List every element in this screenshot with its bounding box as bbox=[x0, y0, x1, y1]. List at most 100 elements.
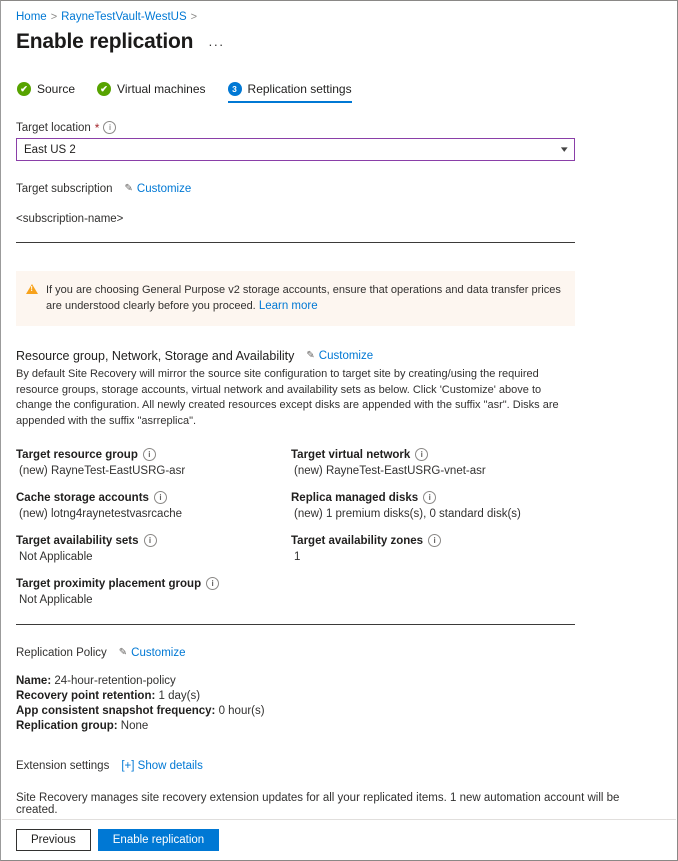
detail-value: Not Applicable bbox=[19, 551, 93, 563]
detail-label-text: Target virtual network bbox=[291, 448, 411, 461]
extension-settings-description: Site Recovery manages site recovery exte… bbox=[16, 792, 620, 816]
check-glyph: ✔ bbox=[20, 83, 28, 94]
wizard-tabs: ✔ Source ✔ Virtual machines 3 Replicatio… bbox=[16, 82, 662, 103]
tab-source-label: Source bbox=[37, 82, 76, 96]
detail-target-proximity-placement-group: Target proximity placement group i Not A… bbox=[16, 577, 291, 606]
policy-label: Name: bbox=[16, 675, 52, 687]
chevron-down-icon: ▾ bbox=[561, 144, 569, 154]
detail-label: Target availability zones i bbox=[291, 534, 571, 547]
detail-value: Not Applicable bbox=[19, 594, 93, 606]
check-circle-icon: ✔ bbox=[17, 82, 31, 96]
breadcrumb-separator-2: > bbox=[190, 11, 198, 23]
breadcrumb-home[interactable]: Home bbox=[16, 10, 47, 24]
breadcrumb-separator-1: > bbox=[50, 11, 58, 23]
warning-icon bbox=[26, 284, 38, 294]
policy-value: None bbox=[120, 720, 149, 732]
warning-text-wrapper: If you are choosing General Purpose v2 s… bbox=[46, 282, 565, 314]
policy-value: 0 hour(s) bbox=[218, 705, 265, 717]
check-circle-icon: ✔ bbox=[97, 82, 112, 96]
detail-cache-storage-accounts: Cache storage accounts i (new) lotng4ray… bbox=[16, 491, 291, 520]
info-icon[interactable]: i bbox=[415, 448, 429, 461]
previous-button[interactable]: Previous bbox=[16, 828, 91, 851]
extension-settings-header: Extension settings [+] Show details bbox=[16, 760, 662, 772]
required-marker: * bbox=[94, 120, 100, 135]
policy-label: App consistent snapshot frequency: bbox=[16, 705, 216, 717]
resource-section-title: Resource group, Network, Storage and Ava… bbox=[16, 349, 295, 363]
show-details-link[interactable]: [+] Show details bbox=[121, 760, 203, 772]
detail-label-text: Target availability zones bbox=[291, 534, 424, 547]
target-subscription-row: Target subscription ✎ Customize bbox=[16, 182, 662, 196]
pencil-icon: ✎ bbox=[118, 646, 128, 658]
info-icon[interactable]: i bbox=[103, 121, 117, 134]
section-divider-1 bbox=[16, 242, 575, 243]
customize-label: Customize bbox=[131, 647, 186, 659]
tab-virtual-machines-label: Virtual machines bbox=[117, 82, 206, 96]
extension-settings-title: Extension settings bbox=[16, 760, 110, 772]
detail-label-text: Target resource group bbox=[16, 448, 138, 461]
detail-label: Target proximity placement group i bbox=[16, 577, 291, 590]
breadcrumb: Home > RayneTestVault-WestUS > bbox=[16, 10, 662, 24]
policy-line-name: Name: 24-hour-retention-policy bbox=[16, 674, 662, 689]
target-location-label-text: Target location bbox=[16, 121, 91, 134]
info-icon[interactable]: i bbox=[142, 448, 156, 461]
section-divider-2 bbox=[16, 624, 575, 625]
detail-value: (new) lotng4raynetestvasrcache bbox=[19, 508, 182, 520]
blade-content: Home > RayneTestVault-WestUS > Enable re… bbox=[1, 1, 677, 820]
replication-policy-title: Replication Policy bbox=[16, 647, 107, 659]
detail-label: Target virtual network i bbox=[291, 448, 571, 461]
info-icon[interactable]: i bbox=[153, 491, 167, 504]
target-subscription-label: Target subscription bbox=[16, 183, 113, 195]
policy-label: Recovery point retention: bbox=[16, 690, 156, 702]
page-title: Enable replication bbox=[16, 30, 194, 53]
customize-label: Customize bbox=[136, 183, 192, 195]
breadcrumb-vault[interactable]: RayneTestVault-WestUS bbox=[61, 10, 186, 24]
detail-value: (new) RayneTest-EastUSRG-asr bbox=[19, 465, 186, 477]
policy-value: 24-hour-retention-policy bbox=[54, 675, 176, 687]
pencil-icon: ✎ bbox=[124, 182, 133, 194]
replication-policy-customize-link[interactable]: ✎ Customize bbox=[118, 646, 186, 660]
detail-label: Replica managed disks i bbox=[291, 491, 571, 504]
resource-details-grid: Target resource group i (new) RayneTest-… bbox=[16, 448, 662, 620]
enable-replication-button[interactable]: Enable replication bbox=[97, 828, 220, 851]
tab-replication-settings-label: Replication settings bbox=[247, 82, 352, 96]
check-glyph: ✔ bbox=[100, 83, 108, 94]
detail-target-availability-zones: Target availability zones i 1 bbox=[291, 534, 571, 563]
tab-replication-settings[interactable]: 3 Replication settings bbox=[227, 82, 352, 103]
tab-virtual-machines[interactable]: ✔ Virtual machines bbox=[97, 82, 206, 103]
target-subscription-customize-link[interactable]: ✎ Customize bbox=[124, 182, 192, 196]
detail-value: 1 bbox=[294, 551, 301, 563]
info-icon[interactable]: i bbox=[428, 534, 442, 547]
pencil-icon: ✎ bbox=[306, 349, 315, 361]
detail-label-text: Cache storage accounts bbox=[16, 491, 149, 504]
policy-line-replication-group: Replication group: None bbox=[16, 719, 662, 734]
info-icon[interactable]: i bbox=[423, 491, 437, 504]
detail-label-text: Replica managed disks bbox=[291, 491, 419, 504]
title-row: Enable replication ··· bbox=[16, 28, 662, 55]
resource-details-right-column: Target virtual network i (new) RayneTest… bbox=[291, 448, 571, 620]
detail-label: Target resource group i bbox=[16, 448, 291, 461]
policy-label: Replication group: bbox=[16, 720, 118, 732]
target-location-label: Target location * i bbox=[16, 121, 662, 134]
step-number-badge: 3 bbox=[227, 82, 242, 96]
resource-section-header: Resource group, Network, Storage and Ava… bbox=[16, 349, 662, 363]
info-icon[interactable]: i bbox=[143, 534, 157, 547]
target-location-dropdown[interactable]: East US 2 ▾ bbox=[16, 138, 575, 161]
detail-value: (new) 1 premium disks(s), 0 standard dis… bbox=[294, 508, 521, 520]
policy-value: 1 day(s) bbox=[158, 690, 201, 702]
storage-warning-banner: If you are choosing General Purpose v2 s… bbox=[16, 271, 575, 326]
target-location-value: East US 2 bbox=[24, 143, 76, 156]
detail-label-text: Target proximity placement group bbox=[16, 577, 202, 590]
info-icon[interactable]: i bbox=[206, 577, 220, 590]
more-options-icon[interactable]: ··· bbox=[205, 37, 227, 52]
policy-line-retention: Recovery point retention: 1 day(s) bbox=[16, 689, 662, 704]
resource-section-customize-link[interactable]: ✎ Customize bbox=[306, 349, 373, 363]
policy-line-snapshot-frequency: App consistent snapshot frequency: 0 hou… bbox=[16, 704, 662, 719]
detail-label: Cache storage accounts i bbox=[16, 491, 291, 504]
resource-details-left-column: Target resource group i (new) RayneTest-… bbox=[16, 448, 291, 620]
replication-policy-header: Replication Policy ✎ Customize bbox=[16, 646, 662, 660]
detail-label: Target availability sets i bbox=[16, 534, 291, 547]
tab-source[interactable]: ✔ Source bbox=[17, 82, 75, 103]
detail-target-availability-sets: Target availability sets i Not Applicabl… bbox=[16, 534, 291, 563]
detail-target-resource-group: Target resource group i (new) RayneTest-… bbox=[16, 448, 291, 477]
learn-more-link[interactable]: Learn more bbox=[259, 300, 318, 312]
